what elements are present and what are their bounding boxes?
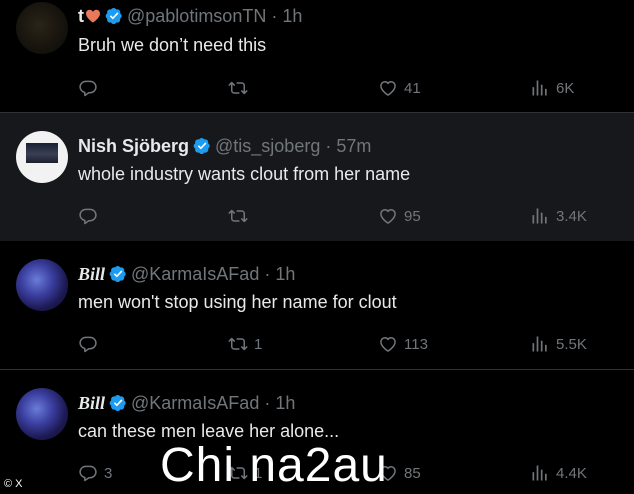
timestamp[interactable]: · 1h xyxy=(264,264,295,284)
tweet-actions: 41 6K xyxy=(78,77,618,99)
retweet-count: 1 xyxy=(254,335,263,353)
like-button[interactable]: 95 xyxy=(378,205,421,227)
like-count: 41 xyxy=(404,79,421,97)
watermark-text: Chi na2au xyxy=(160,439,388,492)
tweet-header: Bill @KarmaIsAFad · 1h xyxy=(78,263,295,285)
image-credit: © X xyxy=(4,478,23,490)
avatar[interactable] xyxy=(16,2,68,54)
heart-emoji-icon xyxy=(86,9,100,23)
handle[interactable]: @KarmaIsAFad xyxy=(131,264,259,284)
retweet-icon xyxy=(228,334,248,354)
bar-chart-icon xyxy=(530,206,550,226)
bar-chart-icon xyxy=(530,463,550,483)
display-name[interactable]: t xyxy=(78,6,84,26)
tweet[interactable]: Bill @KarmaIsAFad · 1h men won't stop usi… xyxy=(0,241,634,370)
heart-icon xyxy=(378,78,398,98)
heart-icon xyxy=(378,206,398,226)
reply-button[interactable] xyxy=(78,77,104,99)
timestamp[interactable]: · 57m xyxy=(325,136,371,156)
tweet-text: Bruh we don’t need this xyxy=(78,35,267,55)
tweet-actions: 95 3.4K xyxy=(78,205,618,227)
reply-icon xyxy=(78,463,98,483)
view-count: 5.5K xyxy=(556,335,587,353)
like-count: 85 xyxy=(404,464,421,482)
retweet-button[interactable] xyxy=(228,77,254,99)
tweet-text: men won't stop using her name for clout xyxy=(78,292,397,312)
views-button[interactable]: 3.4K xyxy=(530,205,587,227)
retweet-icon xyxy=(228,206,248,226)
timestamp[interactable]: · 1h xyxy=(271,6,302,26)
tweet[interactable]: t @pablotimsonTN · 1h Bruh we don’t need … xyxy=(0,0,634,112)
reply-button[interactable] xyxy=(78,333,104,355)
heart-icon xyxy=(378,334,398,354)
avatar-photo xyxy=(26,143,58,163)
reply-button[interactable]: 3 xyxy=(78,462,112,484)
views-button[interactable]: 5.5K xyxy=(530,333,587,355)
tweet-text: whole industry wants clout from her name xyxy=(78,164,411,184)
like-count: 113 xyxy=(404,335,428,353)
verified-badge-icon xyxy=(193,137,211,155)
view-count: 3.4K xyxy=(556,207,587,225)
reply-icon xyxy=(78,78,98,98)
retweet-button[interactable] xyxy=(228,205,254,227)
views-button[interactable]: 6K xyxy=(530,77,574,99)
retweet-button[interactable]: 1 xyxy=(228,333,262,355)
tweet-header: Bill @KarmaIsAFad · 1h xyxy=(78,392,295,414)
avatar[interactable] xyxy=(16,388,68,440)
handle[interactable]: @tis_sjoberg xyxy=(215,136,320,156)
like-count: 95 xyxy=(404,207,421,225)
tweet-header: t @pablotimsonTN · 1h xyxy=(78,5,302,27)
view-count: 4.4K xyxy=(556,464,587,482)
reply-button[interactable] xyxy=(78,205,104,227)
tweet-actions: 1 113 5.5K xyxy=(78,333,618,355)
reply-count: 3 xyxy=(104,464,113,482)
like-button[interactable]: 41 xyxy=(378,77,421,99)
handle[interactable]: @pablotimsonTN xyxy=(127,6,266,26)
bar-chart-icon xyxy=(530,334,550,354)
views-button[interactable]: 4.4K xyxy=(530,462,587,484)
view-count: 6K xyxy=(556,79,575,97)
avatar[interactable] xyxy=(16,131,68,183)
retweet-icon xyxy=(228,78,248,98)
bar-chart-icon xyxy=(530,78,550,98)
display-name[interactable]: Nish Sjöberg xyxy=(78,136,189,156)
handle[interactable]: @KarmaIsAFad xyxy=(131,393,259,413)
display-name[interactable]: Bill xyxy=(78,264,105,284)
avatar[interactable] xyxy=(16,259,68,311)
tweet[interactable]: Nish Sjöberg @tis_sjoberg · 57m whole ind… xyxy=(0,112,634,242)
verified-badge-icon xyxy=(105,7,123,25)
like-button[interactable]: 113 xyxy=(378,333,428,355)
timestamp[interactable]: · 1h xyxy=(264,393,295,413)
verified-badge-icon xyxy=(109,394,127,412)
reply-icon xyxy=(78,206,98,226)
verified-badge-icon xyxy=(109,265,127,283)
display-name[interactable]: Bill xyxy=(78,393,105,413)
reply-icon xyxy=(78,334,98,354)
tweet-header: Nish Sjöberg @tis_sjoberg · 57m xyxy=(78,135,371,157)
